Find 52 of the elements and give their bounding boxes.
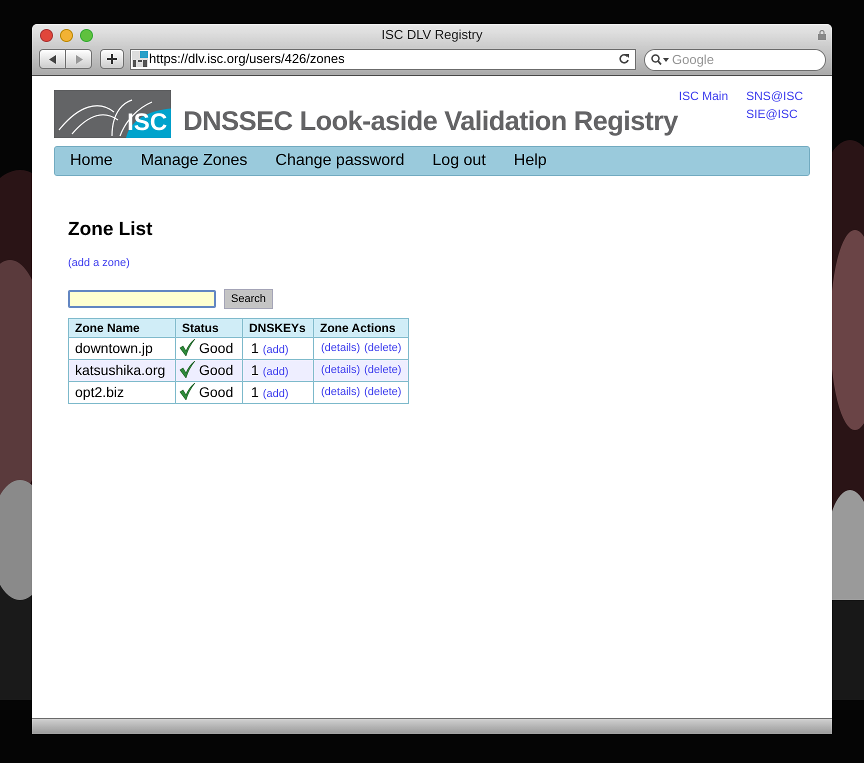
window-title: ISC DLV Registry	[380, 26, 484, 44]
search-button[interactable]: Search	[224, 289, 273, 309]
key-count: 1	[251, 362, 259, 378]
action-link[interactable]: (details)	[321, 386, 360, 398]
site-icon	[132, 51, 148, 67]
plus-icon	[107, 54, 117, 64]
action-link[interactable]: (delete)	[364, 386, 402, 398]
isc-logo: ISC	[54, 90, 172, 138]
action-link[interactable]: (details)	[321, 364, 360, 376]
close-icon[interactable]	[40, 28, 53, 42]
search-icon	[651, 54, 671, 65]
header-link[interactable]: SIE@ISC	[745, 105, 799, 123]
check-icon	[179, 339, 196, 356]
action-link[interactable]: (delete)	[364, 364, 402, 376]
forward-button[interactable]	[66, 49, 92, 69]
key-count: 1	[251, 384, 259, 400]
url-text: https://dlv.isc.org/users/426/zones	[149, 50, 346, 68]
back-button[interactable]	[39, 49, 66, 69]
add-bookmark-button[interactable]	[100, 49, 124, 69]
address-field[interactable]: https://dlv.isc.org/users/426/zones	[130, 48, 636, 70]
zone-name: katsushika.org	[75, 362, 166, 378]
search-input[interactable]	[68, 290, 216, 308]
header-link[interactable]: SNS@ISC	[745, 87, 804, 105]
forward-icon	[74, 54, 82, 64]
lock-icon	[818, 30, 826, 40]
nav-link[interactable]: Manage Zones	[140, 149, 248, 173]
nav-link[interactable]: Home	[70, 149, 113, 173]
add-key-link[interactable]: (add)	[262, 344, 288, 356]
status-text: Good	[199, 362, 234, 378]
search-field[interactable]: Google	[644, 48, 826, 70]
site-title: DNSSEC Look-aside Validation Registry	[183, 105, 678, 138]
nav-link[interactable]: Log out	[432, 149, 486, 173]
page-heading: Zone List	[68, 218, 154, 242]
check-icon	[179, 383, 196, 400]
back-icon	[48, 54, 56, 64]
add-key-link[interactable]: (add)	[262, 366, 288, 378]
header-link[interactable]: ISC Main	[678, 87, 730, 105]
add-zone-link[interactable]: (add a zone)	[68, 254, 130, 271]
column-header: Zone Actions	[314, 318, 408, 338]
nav-link[interactable]: Help	[514, 149, 547, 173]
status-text: Good	[199, 384, 234, 400]
nav-link[interactable]: Change password	[275, 149, 404, 173]
action-link[interactable]: (details)	[321, 342, 360, 354]
action-link[interactable]: (delete)	[364, 342, 402, 354]
reload-icon[interactable]	[618, 53, 630, 65]
key-count: 1	[251, 340, 259, 356]
zone-name: opt2.biz	[75, 384, 124, 400]
zone-name: downtown.jp	[75, 340, 153, 356]
status-text: Good	[199, 340, 234, 356]
check-icon	[179, 361, 196, 378]
add-key-link[interactable]: (add)	[262, 388, 288, 400]
column-header: Zone Name	[68, 318, 176, 338]
